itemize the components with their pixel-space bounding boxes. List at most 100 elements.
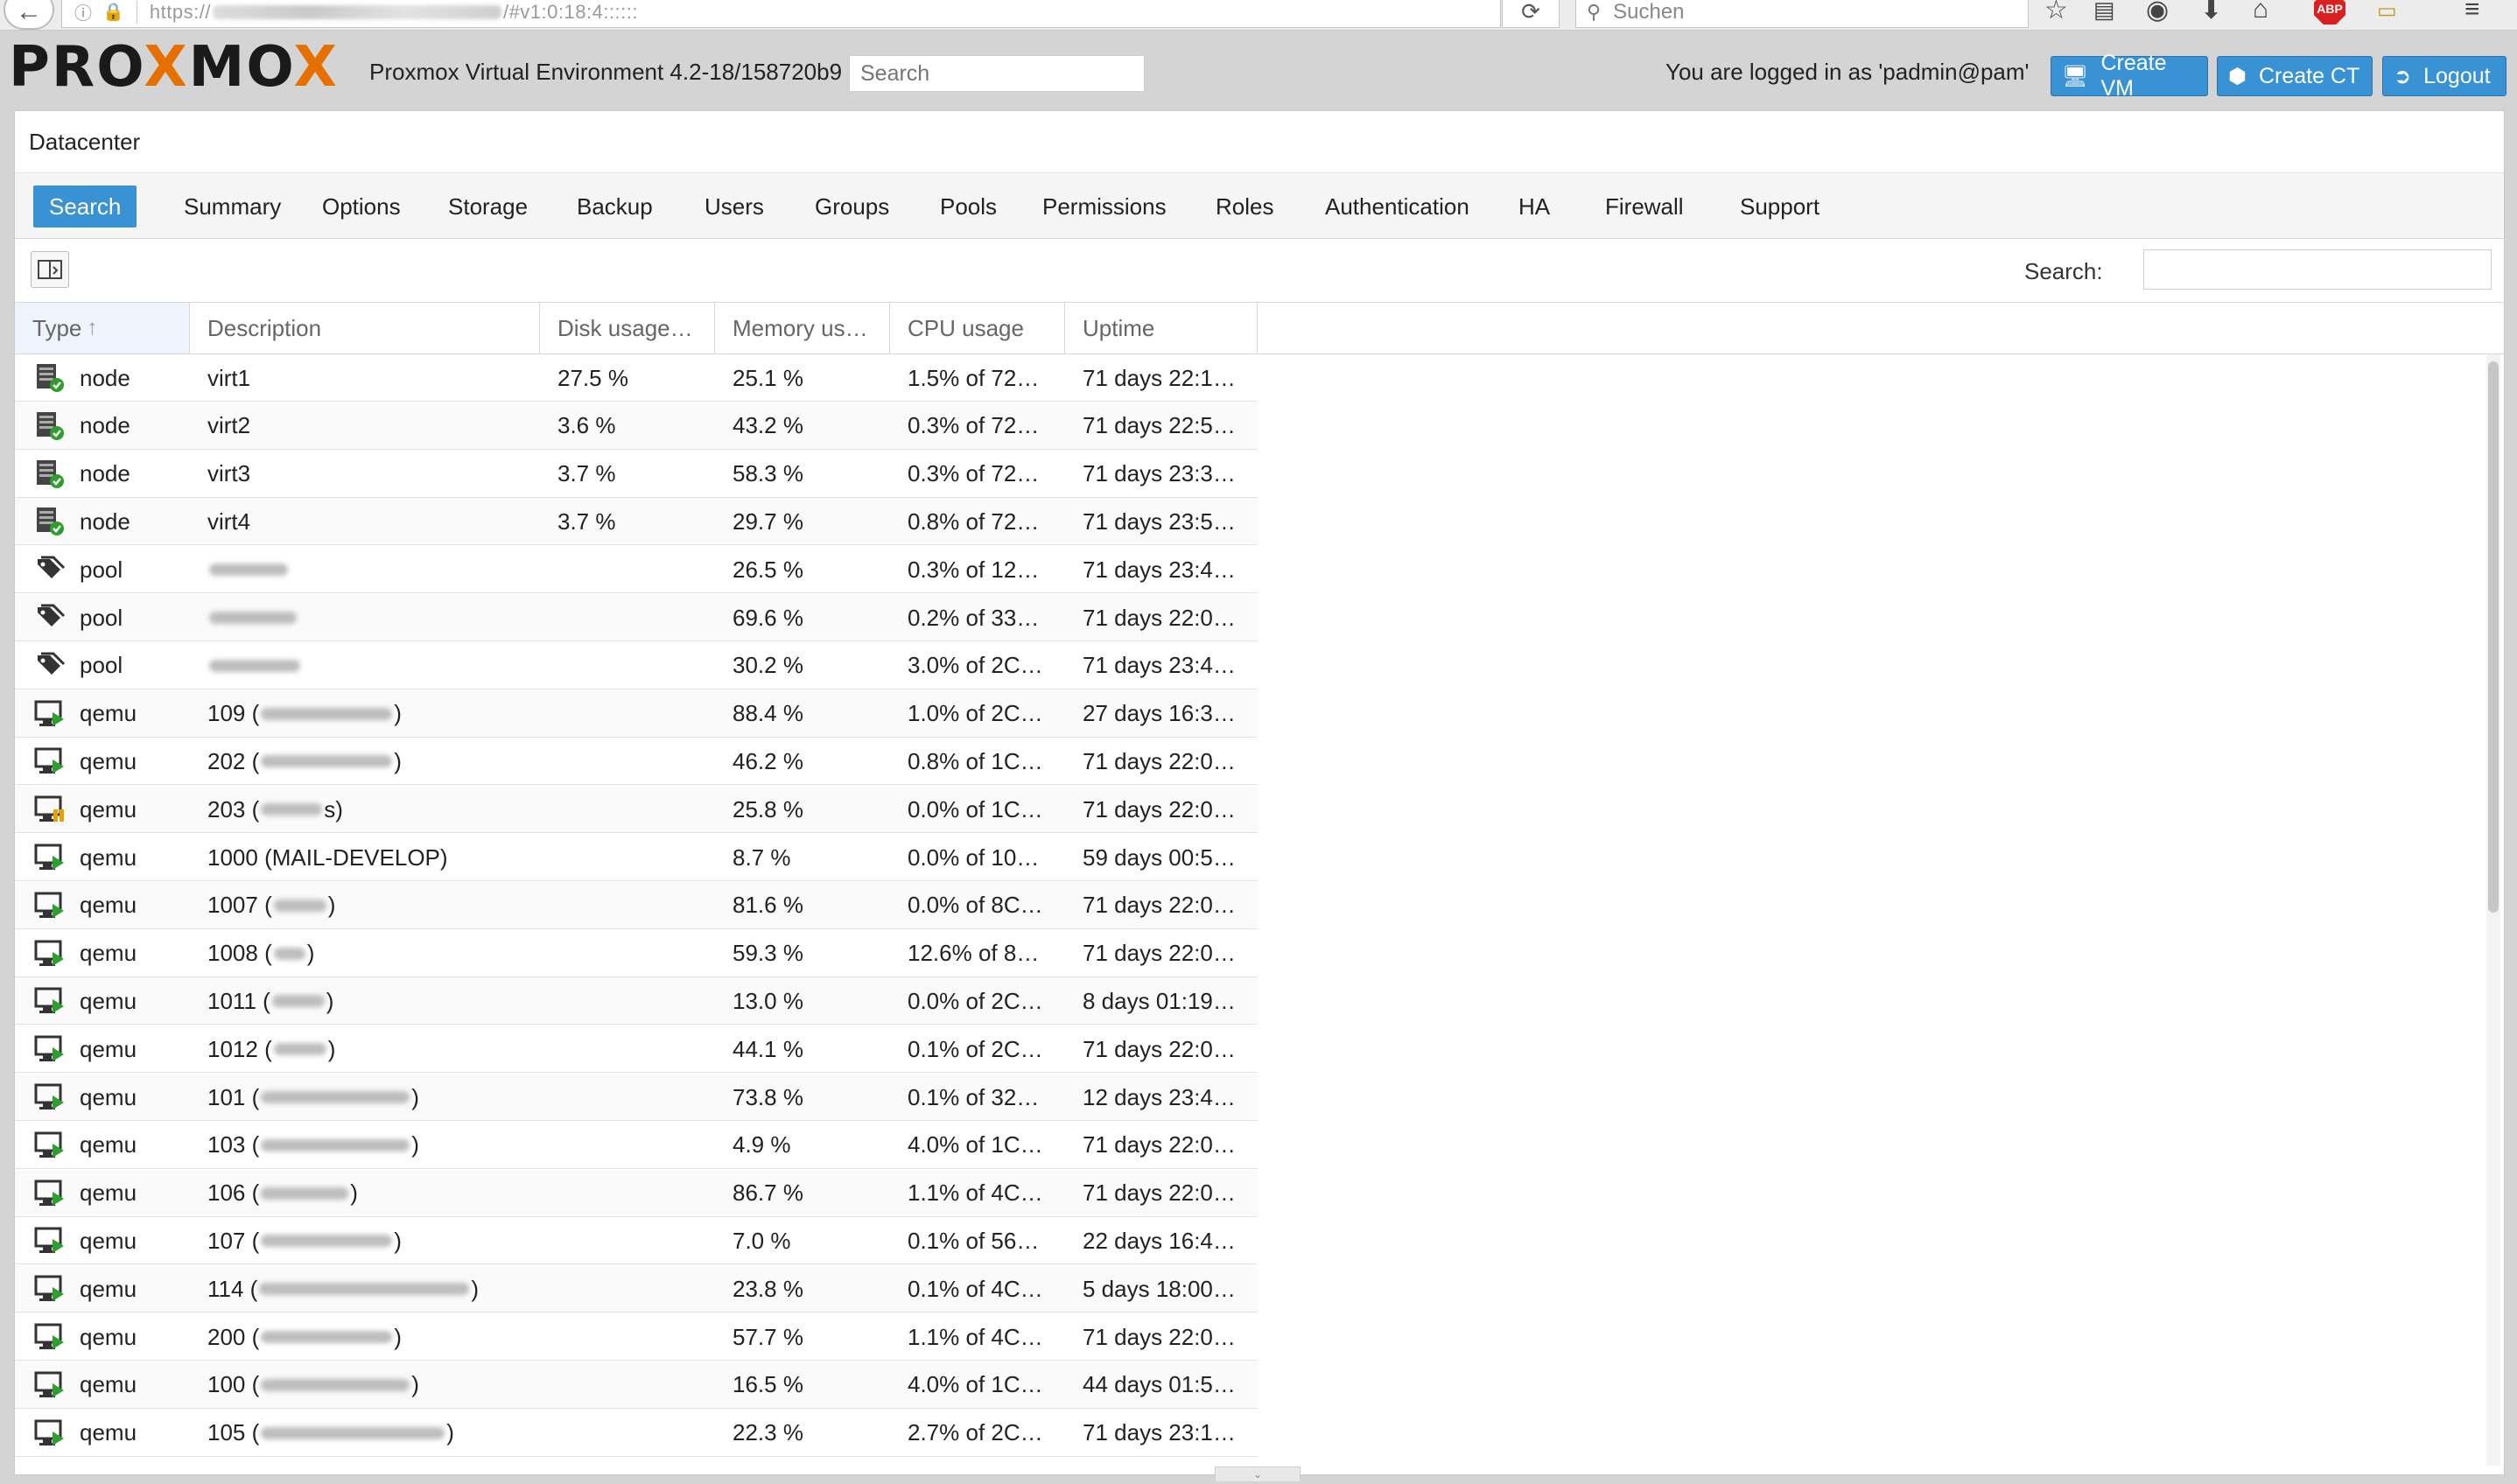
cell-cpu: 0.3% of 72… [890, 402, 1065, 450]
cell-cpu: 0.1% of 4C… [890, 1265, 1065, 1312]
table-row[interactable]: qemu 100 () 16.5 % 4.0% of 1C… 44 days 01:5… [15, 1361, 1258, 1409]
cell-mem: 59.3 % [715, 930, 890, 977]
tab-groups[interactable]: Groups [799, 186, 905, 228]
redacted-name [271, 995, 325, 1008]
table-row[interactable]: qemu 107 () 7.0 % 0.1% of 56… 22 days 16:4… [15, 1217, 1258, 1265]
type-label: qemu [80, 1227, 137, 1254]
table-row[interactable]: qemu 103 () 4.9 % 4.0% of 1C… 71 days 22:0… [15, 1122, 1258, 1169]
mem-value: 69.6 % [733, 604, 803, 631]
grid-header: Type ↑ Description Disk usage… Memory us…… [15, 303, 2504, 354]
column-header-type[interactable]: Type ↑ [15, 303, 190, 354]
cell-type: node [15, 451, 190, 498]
home-icon[interactable]: ⌂ [2253, 0, 2268, 24]
cell-mem: 46.2 % [715, 738, 890, 785]
redacted-name [273, 947, 305, 960]
table-row[interactable]: node virt3 3.7 % 58.3 % 0.3% of 72… 71 days 2… [15, 451, 1258, 498]
redacted-name [261, 1186, 349, 1200]
cell-uptime: 71 days 22:0… [1065, 930, 1258, 977]
type-label: qemu [80, 700, 137, 727]
column-header-description[interactable]: Description [190, 303, 540, 354]
browser-search-input[interactable]: ⚲ Suchen [1575, 0, 2029, 28]
cell-desc: virt3 [190, 451, 540, 498]
create-vm-button[interactable]: 🖥 Create VM [2051, 51, 2208, 101]
grid-search-input[interactable] [2143, 249, 2492, 290]
url-bar[interactable]: ⓘ 🔒 https:// /#v1:0:18:4:::::: [61, 0, 1501, 28]
vm-running-icon [34, 1273, 66, 1305]
vertical-scrollbar[interactable] [2486, 354, 2500, 1466]
global-search-input[interactable] [849, 55, 1145, 92]
column-header-cpu[interactable]: CPU usage [890, 303, 1065, 354]
tab-options[interactable]: Options [306, 186, 417, 228]
table-row[interactable]: qemu 1007 () 81.6 % 0.0% of 8C… 71 days 22:0… [15, 881, 1258, 929]
tab-permissions[interactable]: Permissions [1027, 186, 1182, 228]
uptime-value: 71 days 22:0… [1083, 1131, 1236, 1158]
tab-users[interactable]: Users [689, 186, 780, 228]
table-row[interactable]: qemu 1012 () 44.1 % 0.1% of 2C… 71 days 22:0… [15, 1026, 1258, 1074]
table-row[interactable]: node virt2 3.6 % 43.2 % 0.3% of 72… 71 days 2… [15, 402, 1258, 450]
tab-firewall[interactable]: Firewall [1589, 186, 1700, 228]
menu-icon[interactable]: ≡ [2464, 0, 2480, 24]
tab-search[interactable]: Search [33, 186, 137, 228]
column-header-disk[interactable]: Disk usage… [540, 303, 715, 354]
mem-value: 16.5 % [733, 1371, 803, 1398]
redacted-name [273, 899, 326, 912]
table-row[interactable]: qemu 202 () 46.2 % 0.8% of 1C… 71 days 22:0… [15, 738, 1258, 786]
tab-authentication[interactable]: Authentication [1309, 186, 1485, 228]
cell-type: node [15, 402, 190, 450]
tab-summary[interactable]: Summary [168, 186, 297, 228]
create-ct-button[interactable]: ⬢ Create CT [2217, 56, 2373, 96]
tab-ha[interactable]: HA [1503, 186, 1566, 228]
column-header-memory[interactable]: Memory us… [715, 303, 890, 354]
adblock-icon[interactable]: ABP [2314, 0, 2345, 24]
cell-mem: 29.7 % [715, 498, 890, 545]
table-row[interactable]: qemu 203 (s) 25.8 % 0.0% of 1C… 71 days 22:0… [15, 786, 1258, 834]
table-row[interactable]: qemu 1008 () 59.3 % 12.6% of 8… 71 days 22:0… [15, 930, 1258, 977]
vm-running-icon [34, 1225, 66, 1256]
table-row[interactable]: qemu 114 () 23.8 % 0.1% of 4C… 5 days 18:00… [15, 1265, 1258, 1313]
cpu-value: 0.0% of 1C… [908, 795, 1043, 822]
info-icon[interactable]: ⓘ [74, 0, 92, 24]
reload-icon[interactable]: ⟳ [1502, 0, 1560, 28]
mem-value: 13.0 % [733, 987, 803, 1014]
redacted-name [261, 1426, 445, 1439]
table-row[interactable]: pool 26.5 % 0.3% of 12… 71 days 23:4… [15, 546, 1258, 594]
cell-uptime: 59 days 00:5… [1065, 834, 1258, 881]
collapse-handle[interactable]: ⌄ [1215, 1466, 1301, 1481]
table-row[interactable]: node virt4 3.7 % 29.7 % 0.8% of 72… 71 days 2… [15, 498, 1258, 546]
cube-icon: ⬢ [2228, 64, 2247, 88]
table-row[interactable]: qemu 101 () 73.8 % 0.1% of 32… 12 days 23:4… [15, 1074, 1258, 1121]
tab-backup[interactable]: Backup [561, 186, 669, 228]
logout-button[interactable]: ➲ Logout [2382, 56, 2506, 96]
cell-mem: 58.3 % [715, 451, 890, 498]
cell-cpu: 0.1% of 56… [890, 1217, 1065, 1264]
table-row[interactable]: pool 30.2 % 3.0% of 2C… 71 days 23:4… [15, 642, 1258, 690]
download-icon[interactable]: ⬇ [2200, 0, 2222, 25]
pocket-icon[interactable]: ◉ [2146, 0, 2169, 25]
extension-icon[interactable]: ▭ [2377, 0, 2397, 24]
table-row[interactable]: qemu 106 () 86.7 % 1.1% of 4C… 71 days 22:0… [15, 1169, 1258, 1217]
scrollbar-thumb[interactable] [2488, 361, 2499, 913]
cell-cpu: 0.3% of 12… [890, 546, 1065, 593]
bookmark-star-icon[interactable]: ☆ [2044, 0, 2068, 25]
table-row[interactable]: node virt1 27.5 % 25.1 % 1.5% of 72… 71 days … [15, 354, 1258, 402]
redacted-name [261, 1235, 393, 1248]
reading-list-icon[interactable]: ▤ [2093, 0, 2115, 24]
column-header-uptime[interactable]: Uptime [1065, 303, 1258, 354]
cpu-value: 1.1% of 4C… [908, 1323, 1043, 1350]
back-arrow-icon[interactable]: ← [4, 0, 54, 30]
columns-toggle-icon[interactable] [31, 251, 69, 288]
tab-roles[interactable]: Roles [1200, 186, 1289, 228]
table-row[interactable]: qemu 109 () 88.4 % 1.0% of 2C… 27 days 16:3… [15, 690, 1258, 738]
cell-uptime: 5 days 18:00… [1065, 1265, 1258, 1312]
table-row[interactable]: pool 69.6 % 0.2% of 33… 71 days 22:0… [15, 594, 1258, 641]
cell-type: qemu [15, 690, 190, 738]
table-row[interactable]: qemu 105 () 22.3 % 2.7% of 2C… 71 days 23:1… [15, 1410, 1258, 1457]
cell-uptime: 71 days 23:4… [1065, 546, 1258, 593]
tab-pools[interactable]: Pools [924, 186, 1013, 228]
table-row[interactable]: qemu 1011 () 13.0 % 0.0% of 2C… 8 days 01:19… [15, 977, 1258, 1026]
tab-support[interactable]: Support [1724, 186, 1835, 228]
table-row[interactable]: qemu 200 () 57.7 % 1.1% of 4C… 71 days 22:0… [15, 1313, 1258, 1361]
tab-storage[interactable]: Storage [432, 186, 543, 228]
table-row[interactable]: qemu 1000 (MAIL-DEVELOP) 8.7 % 0.0% of 10… 5… [15, 834, 1258, 881]
type-label: qemu [80, 1083, 137, 1110]
